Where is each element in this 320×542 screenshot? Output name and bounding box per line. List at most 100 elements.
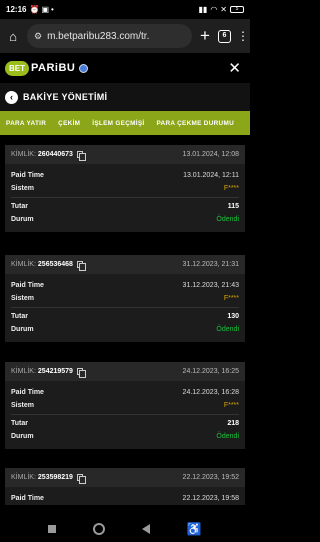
globe-icon <box>79 63 89 73</box>
system-label: Sistem <box>11 295 34 302</box>
address-bar[interactable]: ⚙ m.betparibu283.com/tr. <box>27 24 192 48</box>
more-menu-icon[interactable]: ⋮ <box>237 29 249 43</box>
status-row: Durum Ödendi <box>5 430 245 443</box>
system-label: Sistem <box>11 402 34 409</box>
copy-icon[interactable] <box>76 261 86 271</box>
system-value: F**** <box>223 402 239 409</box>
id-label: KİMLİK: <box>11 261 36 268</box>
alarm-icon: ⏰ <box>29 5 40 14</box>
id-value: 253598219 <box>37 474 73 481</box>
status-value: Ödendi <box>216 433 239 440</box>
system-value: F**** <box>223 185 239 192</box>
home-button-icon[interactable] <box>93 522 106 535</box>
tab-history[interactable]: İŞLEM GEÇMİŞİ <box>86 120 150 127</box>
status-value: Ödendi <box>216 216 239 223</box>
system-value: F**** <box>223 295 239 302</box>
paid-time-value: 24.12.2023, 16:28 <box>182 389 239 396</box>
amount-value: 218 <box>227 420 239 427</box>
amount-label: Tutar <box>11 420 28 427</box>
x-icon: ✕ <box>220 5 227 14</box>
recents-icon[interactable] <box>48 524 57 533</box>
transaction-list[interactable]: KİMLİK: 260440673 13.01.2024, 12:08 Paid… <box>0 135 250 515</box>
status-row: Durum Ödendi <box>5 323 245 336</box>
page-title: BAKİYE YÖNETİMİ <box>23 92 108 102</box>
paid-time-label: Paid Time <box>11 282 44 289</box>
divider <box>11 197 239 198</box>
status-value: Ödendi <box>216 326 239 333</box>
card-header: KİMLİK: 254219579 24.12.2023, 16:25 <box>5 362 245 381</box>
id-label: KİMLİK: <box>11 151 36 158</box>
paid-time-value: 13.01.2024, 12:11 <box>183 172 239 179</box>
created-date: 31.12.2023, 21:31 <box>182 261 239 268</box>
status-row: Durum Ödendi <box>5 213 245 226</box>
paid-time-label: Paid Time <box>11 389 44 396</box>
back-icon[interactable] <box>141 523 150 534</box>
paid-time-label: Paid Time <box>11 172 44 179</box>
created-date: 22.12.2023, 19:52 <box>182 474 239 481</box>
system-row: Sistem F**** <box>5 399 245 412</box>
copy-icon[interactable] <box>76 474 86 484</box>
wifi-icon: ◠ <box>210 5 218 14</box>
paid-time-value: 22.12.2023, 19:58 <box>182 495 239 502</box>
amount-label: Tutar <box>11 313 28 320</box>
copy-icon[interactable] <box>76 368 86 378</box>
divider <box>11 414 239 415</box>
id-label: KİMLİK: <box>11 474 36 481</box>
transaction-card: KİMLİK: 253598219 22.12.2023, 19:52 Paid… <box>5 468 245 505</box>
balance-tabs: PARA YATIR ÇEKİM İŞLEM GEÇMİŞİ PARA ÇEKM… <box>0 111 250 135</box>
tab-switcher-button[interactable]: 6 <box>218 29 231 43</box>
card-header: KİMLİK: 253598219 22.12.2023, 19:52 <box>5 468 245 487</box>
status-label: Durum <box>11 433 34 440</box>
status-label: Durum <box>11 326 34 333</box>
url-text: m.betparibu283.com/tr. <box>47 30 150 42</box>
accessibility-icon[interactable]: ♿ <box>187 522 202 536</box>
amount-value: 130 <box>227 313 239 320</box>
id-label: KİMLİK: <box>11 368 36 375</box>
tab-withdraw[interactable]: ÇEKİM <box>52 120 86 127</box>
overflow-dot-icon: • <box>51 5 54 14</box>
battery-icon: 5 <box>230 6 244 13</box>
image-icon: ▣ <box>41 5 49 14</box>
signal-icon: ▮▮ <box>198 5 208 14</box>
amount-row: Tutar 218 <box>5 417 245 430</box>
divider <box>11 307 239 308</box>
paid-time-label: Paid Time <box>11 495 44 502</box>
amount-value: 115 <box>227 203 239 210</box>
id-value: 254219579 <box>37 368 73 375</box>
copy-icon[interactable] <box>76 151 86 161</box>
card-header: KİMLİK: 260440673 13.01.2024, 12:08 <box>5 145 245 164</box>
status-label: Durum <box>11 216 34 223</box>
site-header: BET PARiBU ✕ <box>0 53 250 83</box>
tab-withdraw-status[interactable]: PARA ÇEKME DURUMU <box>150 120 240 127</box>
id-value: 260440673 <box>37 151 73 158</box>
back-arrow-icon[interactable]: ‹ <box>5 90 18 104</box>
amount-row: Tutar 130 <box>5 310 245 323</box>
browser-toolbar: ⌂ ⚙ m.betparibu283.com/tr. + 6 ⋮ <box>0 19 250 53</box>
system-row: Sistem F**** <box>5 292 245 305</box>
tab-deposit[interactable]: PARA YATIR <box>0 120 52 127</box>
android-nav-bar: ♿ <box>0 515 250 542</box>
amount-row: Tutar 115 <box>5 200 245 213</box>
home-icon[interactable]: ⌂ <box>5 29 21 44</box>
system-label: Sistem <box>11 185 34 192</box>
created-date: 24.12.2023, 16:25 <box>182 368 239 375</box>
transaction-card: KİMLİK: 254219579 24.12.2023, 16:25 Paid… <box>5 362 245 449</box>
status-bar: 12:16 ⏰ ▣ • ▮▮ ◠ ✕ 5 <box>0 0 250 19</box>
close-icon[interactable]: ✕ <box>228 59 241 77</box>
system-row: Sistem F**** <box>5 182 245 195</box>
id-value: 256536468 <box>37 261 73 268</box>
card-header: KİMLİK: 256536468 31.12.2023, 21:31 <box>5 255 245 274</box>
logo-badge[interactable]: BET <box>5 60 29 76</box>
notification-icons: ⏰ ▣ • <box>29 5 53 14</box>
new-tab-icon[interactable]: + <box>198 26 212 46</box>
page-header: ‹ BAKİYE YÖNETİMİ <box>0 83 250 111</box>
logo-text[interactable]: PARiBU <box>31 62 75 74</box>
paid-time-value: 31.12.2023, 21:43 <box>182 282 239 289</box>
site-settings-icon[interactable]: ⚙ <box>34 31 42 42</box>
paid-time-row: Paid Time 22.12.2023, 19:58 <box>5 492 245 505</box>
transaction-card: KİMLİK: 256536468 31.12.2023, 21:31 Paid… <box>5 255 245 342</box>
paid-time-row: Paid Time 24.12.2023, 16:28 <box>5 386 245 399</box>
created-date: 13.01.2024, 12:08 <box>182 151 239 158</box>
amount-label: Tutar <box>11 203 28 210</box>
paid-time-row: Paid Time 31.12.2023, 21:43 <box>5 279 245 292</box>
